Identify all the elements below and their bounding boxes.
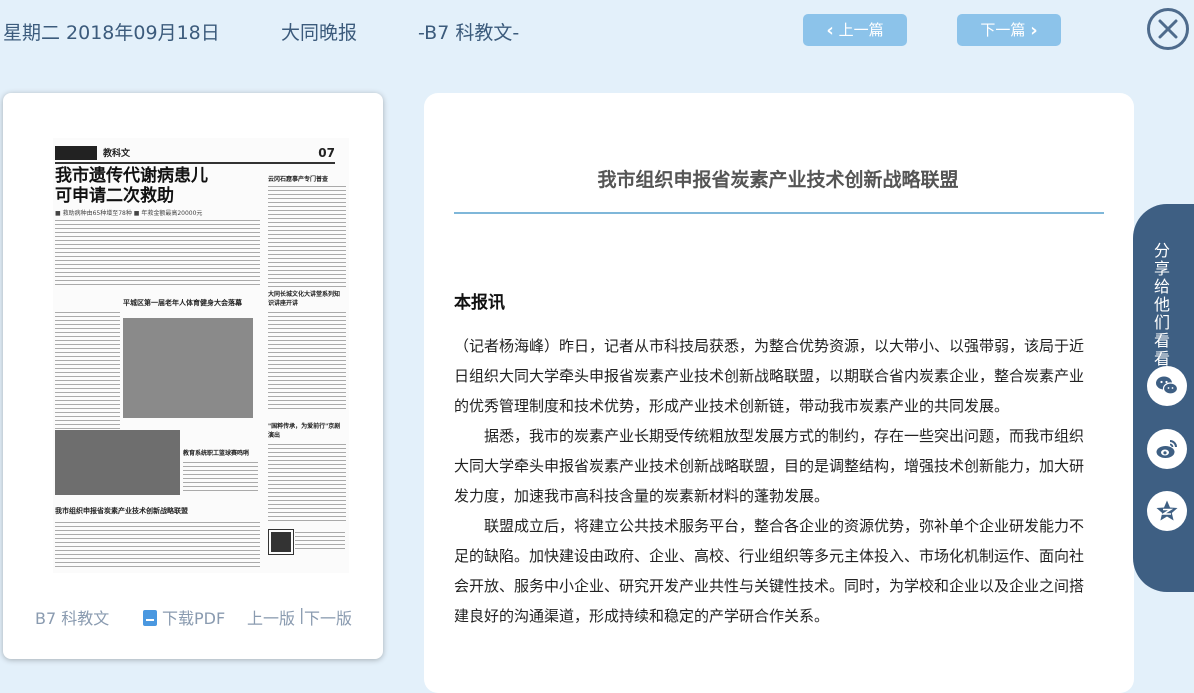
page-thumbnail-card: 教科文 07 我市遗传代谢病患儿 可申请二次救助 ■ 救助病种由65种增至78种… bbox=[3, 93, 383, 659]
thumbnail-bottom-headline: 我市组织申报省炭素产业技术创新战略联盟 bbox=[55, 507, 188, 515]
download-pdf-button[interactable]: 下载PDF bbox=[143, 605, 225, 629]
thumbnail-section: 教科文 bbox=[103, 149, 131, 159]
pdf-icon bbox=[143, 610, 157, 626]
thumbnail-text-block bbox=[55, 218, 260, 288]
thumbnail-text-block bbox=[268, 442, 346, 522]
thumbnail-footer: B7 科教文 下载PDF 上一版 | 下一版 bbox=[3, 603, 383, 629]
prev-article-button[interactable]: ‹ 上一篇 bbox=[803, 14, 907, 46]
thumbnail-box-headline: 平城区第一届老年人体育健身大会落幕 bbox=[123, 299, 242, 307]
thumbnail-subline: ■ 救助病种由65种增至78种 ■ 年救金额最高20000元 bbox=[55, 210, 203, 217]
issue-date: 星期二 2018年09月18日 bbox=[3, 22, 220, 44]
thumbnail-photo bbox=[123, 318, 253, 418]
article-lead: 本报讯 bbox=[454, 293, 505, 313]
thumbnail-headline-line2: 可申请二次救助 bbox=[55, 186, 174, 206]
article-title: 我市组织申报省炭素产业技术创新战略联盟 bbox=[597, 169, 959, 191]
page-section: -B7 科教文- bbox=[418, 22, 520, 44]
qr-code-icon bbox=[268, 529, 294, 555]
close-button[interactable] bbox=[1147, 8, 1189, 50]
chevron-right-icon: › bbox=[1030, 20, 1038, 41]
download-pdf-label: 下载PDF bbox=[162, 609, 226, 628]
next-article-label: 下一篇 bbox=[980, 21, 1026, 39]
thumbnail-masthead: 教科文 07 bbox=[55, 146, 335, 164]
wechat-icon bbox=[1156, 376, 1179, 395]
share-panel: 分享给他们看看 bbox=[1133, 204, 1194, 592]
thumbnail-headline-line1: 我市遗传代谢病患儿 bbox=[55, 166, 208, 186]
share-label: 分享给他们看看 bbox=[1153, 241, 1170, 368]
thumbnail-headline: 我市遗传代谢病患儿 可申请二次救助 bbox=[55, 166, 208, 206]
next-page-link[interactable]: 下一版 bbox=[304, 605, 352, 629]
thumbnail-text-block bbox=[183, 460, 258, 494]
thumbnail-page-number: 07 bbox=[318, 146, 335, 160]
share-qzone-button[interactable] bbox=[1147, 491, 1187, 531]
weibo-icon bbox=[1156, 440, 1177, 458]
top-bar: 星期二 2018年09月18日 大同晚报 -B7 科教文- ‹ 上一篇 下一篇 … bbox=[0, 0, 1194, 62]
share-wechat-button[interactable] bbox=[1147, 366, 1187, 406]
thumbnail-text-block bbox=[268, 184, 346, 289]
paper-name: 大同晚报 bbox=[281, 22, 358, 44]
thumbnail-side-headline: "国粹传承，为爱前行"京剧演出 bbox=[268, 423, 341, 439]
thumbnail-text-block bbox=[268, 310, 346, 410]
thumbnail-text-block bbox=[55, 520, 260, 570]
newspaper-page-thumbnail[interactable]: 教科文 07 我市遗传代谢病患儿 可申请二次救助 ■ 救助病种由65种增至78种… bbox=[53, 138, 349, 573]
close-icon bbox=[1158, 19, 1178, 39]
qzone-icon bbox=[1156, 500, 1178, 521]
thumbnail-text-block bbox=[295, 530, 345, 550]
thumbnail-side-headline: 云冈石窟事产专门普查 bbox=[268, 176, 329, 183]
thumbnail-box-headline: 教育系统职工篮球赛鸣哨 bbox=[183, 450, 250, 457]
article-card: 我市组织申报省炭素产业技术创新战略联盟 本报讯 （记者杨海峰）昨日，记者从市科技… bbox=[424, 93, 1134, 693]
thumbnail-text-block bbox=[55, 310, 120, 430]
article-paragraph: （记者杨海峰）昨日，记者从市科技局获悉，为整合优势资源，以大带小、以强带弱，该局… bbox=[454, 337, 1085, 415]
share-weibo-button[interactable] bbox=[1147, 429, 1187, 469]
article-body: （记者杨海峰）昨日，记者从市科技局获悉，为整合优势资源，以大带小、以强带弱，该局… bbox=[454, 331, 1094, 631]
chevron-left-icon: ‹ bbox=[826, 20, 834, 41]
prev-article-label: 上一篇 bbox=[838, 21, 884, 39]
article-paragraph: 联盟成立后，将建立公共技术服务平台，整合各企业的资源优势，弥补单个企业研发能力不… bbox=[454, 517, 1085, 625]
thumbnail-photo bbox=[55, 430, 180, 495]
thumbnail-side-headline: 大同长城文化大讲堂系列知识讲座开讲 bbox=[268, 291, 341, 307]
next-article-button[interactable]: 下一篇 › bbox=[957, 14, 1061, 46]
prev-page-link[interactable]: 上一版 bbox=[247, 605, 295, 629]
article-paragraph: 据悉，我市的炭素产业长期受传统粗放型发展方式的制约，存在一些突出问题，而我市组织… bbox=[454, 427, 1085, 505]
newspaper-logo bbox=[55, 146, 97, 160]
title-divider bbox=[454, 212, 1104, 214]
current-page-label: B7 科教文 bbox=[35, 609, 110, 628]
